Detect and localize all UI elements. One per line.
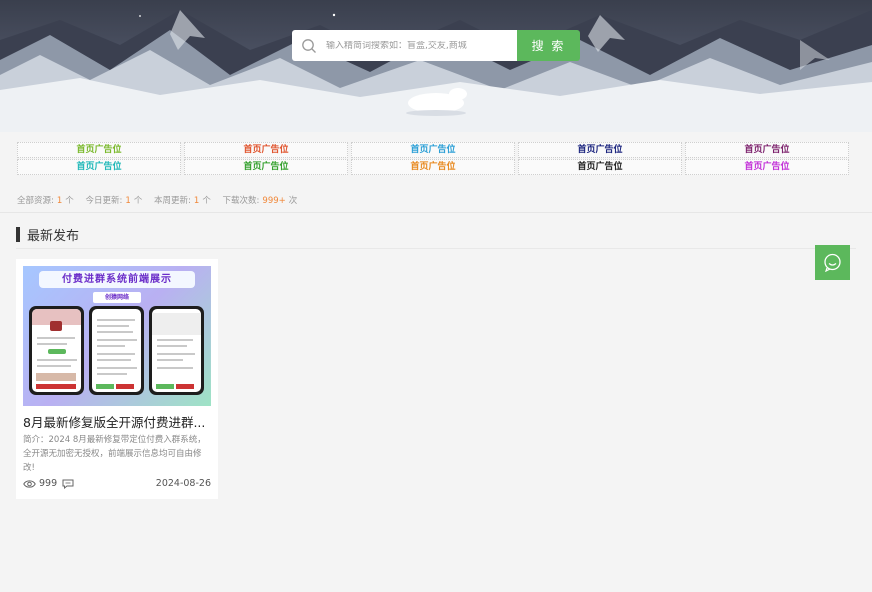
stat-label: 今日更新:: [85, 196, 123, 206]
chat-bubble-icon: [823, 253, 842, 273]
section-title: 最新发布: [27, 229, 80, 244]
ad-slot[interactable]: 首页广告位: [685, 159, 849, 175]
ad-slot[interactable]: 首页广告位: [518, 142, 682, 158]
ad-slot[interactable]: 首页广告位: [184, 159, 348, 175]
ad-slot[interactable]: 首页广告位: [17, 142, 181, 158]
stat-total: 全部资源: 1 个: [17, 196, 74, 206]
stat-label: 全部资源:: [17, 196, 54, 206]
stat-unit: 个: [65, 196, 74, 206]
divider: [16, 248, 856, 249]
stat-label: 本周更新:: [154, 196, 191, 206]
card-footer: 999 2024-08-26: [23, 478, 211, 489]
stat-value: 1: [125, 196, 131, 206]
mountain-background: [0, 10, 872, 132]
stat-today: 今日更新: 1 个: [86, 196, 143, 206]
ad-slot[interactable]: 首页广告位: [184, 142, 348, 158]
stat-week: 本周更新: 1 个: [154, 196, 211, 206]
thumb-title: 付费进群系统前端展示: [39, 271, 195, 288]
card-description: 简介：2024 8月最新修复带定位付费入群系统，全开源无加密无授权，前端展示信息…: [23, 435, 206, 473]
search-bar: 搜 索: [292, 30, 580, 61]
search-box: [292, 30, 517, 61]
ad-slot[interactable]: 首页广告位: [518, 159, 682, 175]
view-count: 999: [39, 478, 58, 489]
site-stats: 全部资源: 1 个 今日更新: 1 个 本周更新: 1 个 下载次数: 999+ 次: [17, 194, 306, 206]
ad-slot[interactable]: 首页广告位: [17, 159, 181, 175]
eye-icon: [23, 479, 36, 489]
heading-accent-bar: [16, 227, 20, 242]
card-thumbnail[interactable]: 付费进群系统前端展示 创猿网络: [23, 266, 211, 406]
stat-value: 999+: [262, 196, 286, 206]
stat-value: 1: [193, 196, 200, 206]
stat-value: 1: [56, 196, 63, 206]
divider: [0, 212, 872, 213]
stat-downloads: 下载次数: 999+ 次: [223, 196, 298, 206]
search-input[interactable]: [326, 40, 506, 51]
stat-unit: 个: [133, 196, 143, 206]
phone-mockup: [89, 306, 144, 395]
stat-unit: 次: [288, 196, 298, 206]
search-button[interactable]: 搜 索: [517, 30, 580, 61]
card-title[interactable]: 8月最新修复版全开源付费进群...: [23, 412, 213, 431]
hero-banner: [0, 0, 872, 132]
ad-grid: 首页广告位 首页广告位 首页广告位 首页广告位 首页广告位 首页广告位 首页广告…: [17, 142, 852, 175]
thumb-subtitle: 创猿网络: [93, 292, 141, 303]
search-icon: [301, 38, 317, 54]
ad-slot[interactable]: 首页广告位: [351, 159, 515, 175]
publish-date: 2024-08-26: [155, 478, 211, 489]
stat-label: 下载次数:: [222, 196, 260, 206]
resource-card[interactable]: 付费进群系统前端展示 创猿网络 8月最新修复版全开源付费进群... 简介：202…: [16, 259, 218, 499]
phone-mockup: [29, 306, 84, 395]
phone-mockup: [149, 306, 204, 395]
comment-icon: [62, 479, 74, 489]
section-heading: 最新发布: [16, 227, 80, 244]
float-chat-button[interactable]: [815, 245, 850, 280]
ad-slot[interactable]: 首页广告位: [685, 142, 849, 158]
ad-slot[interactable]: 首页广告位: [351, 142, 515, 158]
stat-unit: 个: [202, 196, 211, 206]
